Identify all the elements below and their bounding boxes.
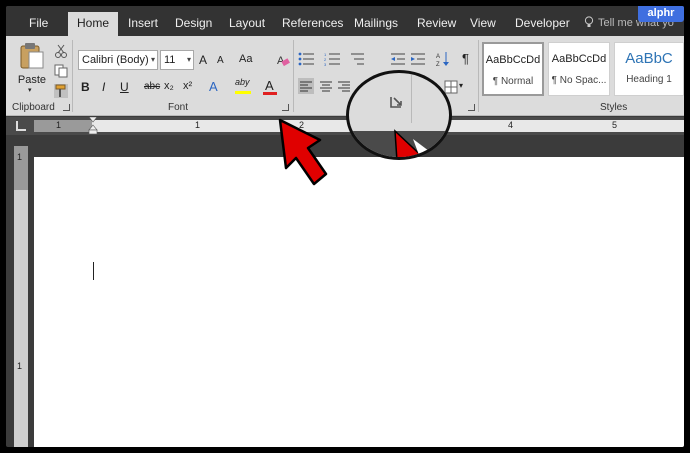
numbering-icon[interactable]: 123 [324, 52, 342, 66]
svg-text:3: 3 [324, 62, 327, 66]
italic-button[interactable]: I [102, 80, 105, 94]
font-color-swatch [263, 92, 277, 95]
change-case-button[interactable]: Aa [239, 53, 252, 65]
text-cursor [93, 262, 94, 280]
tab-mailings[interactable]: Mailings [345, 12, 407, 36]
ruler-number: 1 [17, 152, 23, 162]
paste-dropdown-icon: ▾ [28, 87, 32, 94]
ribbon-tab-bar: File Home Insert Design Layout Reference… [6, 6, 684, 36]
word-window: File Home Insert Design Layout Reference… [6, 6, 684, 447]
text-effects-button[interactable]: A [209, 79, 218, 94]
format-painter-icon[interactable] [54, 84, 68, 98]
grow-font-button[interactable]: A [199, 53, 207, 67]
vertical-ruler[interactable]: 1 1 [14, 146, 28, 447]
style-name: ¶ Normal [492, 76, 534, 87]
font-color-button[interactable]: A [265, 78, 274, 93]
ruler-number: 1 [195, 120, 201, 130]
chevron-down-icon: ▾ [150, 55, 155, 64]
highlight-button[interactable]: aby [235, 77, 250, 87]
align-left-button[interactable] [298, 78, 314, 94]
chevron-down-icon: ▾ [459, 81, 464, 90]
multilevel-list-icon[interactable] [350, 52, 366, 66]
font-size-value: 11 [164, 54, 176, 66]
tab-home[interactable]: Home [68, 12, 119, 36]
styles-group-label: Styles [600, 102, 628, 113]
style-name: Heading 1 [626, 74, 672, 85]
font-name-box[interactable]: Calibri (Body) ▾ [78, 50, 158, 70]
underline-button[interactable]: U [120, 80, 129, 94]
svg-text:Z: Z [436, 62, 440, 67]
paste-button[interactable]: Paste ▾ [14, 40, 50, 96]
paste-label: Paste [17, 74, 47, 86]
ruler-number: 1 [17, 361, 23, 371]
tab-file[interactable]: File [20, 12, 57, 36]
strikethrough-button[interactable]: abc [144, 81, 160, 92]
ruler-number: 5 [612, 120, 618, 130]
red-arrow-icon [278, 118, 328, 186]
tab-design[interactable]: Design [166, 12, 221, 36]
tab-developer[interactable]: Developer [506, 12, 579, 36]
clear-formatting-icon[interactable]: A [276, 53, 290, 67]
alphr-logo: alphr [638, 6, 684, 22]
font-dialog-launcher[interactable] [282, 104, 289, 111]
tab-selector-icon[interactable] [16, 121, 26, 131]
style-sample: AaBbCcDd [485, 54, 541, 66]
tab-insert[interactable]: Insert [119, 12, 167, 36]
ribbon-home: Paste ▾ Clipboard Calibri (Body) ▾ 11 ▾ … [6, 36, 684, 116]
borders-icon[interactable] [444, 80, 458, 94]
ruler-margin [34, 120, 92, 132]
style-name: ¶ No Spac... [551, 75, 607, 86]
subscript-button[interactable]: x₂ [164, 80, 174, 92]
document-page[interactable] [34, 157, 684, 447]
align-right-icon[interactable] [338, 78, 350, 94]
ruler-number: 4 [508, 120, 514, 130]
align-center-icon[interactable] [318, 78, 334, 94]
tab-layout[interactable]: Layout [220, 12, 274, 36]
style-normal[interactable]: AaBbCcDd ¶ Normal [482, 42, 544, 96]
font-name-value: Calibri (Body) [82, 54, 149, 66]
svg-text:A: A [436, 54, 440, 60]
style-sample: AaBbC [625, 50, 673, 67]
style-sample: AaBbCcDd [551, 53, 607, 65]
tab-references[interactable]: References [273, 12, 352, 36]
font-group-label: Font [168, 102, 189, 113]
cut-icon[interactable] [54, 44, 68, 58]
horizontal-ruler[interactable]: 1 1 2 3 4 5 [6, 117, 684, 135]
magnifier-callout [346, 70, 452, 160]
font-size-box[interactable]: 11 ▾ [160, 50, 194, 70]
decrease-indent-icon[interactable] [390, 52, 406, 66]
paragraph-dialog-launcher[interactable] [468, 104, 475, 111]
clipboard-dialog-launcher[interactable] [63, 104, 70, 111]
style-heading-1[interactable]: AaBbC Heading 1 [614, 42, 684, 96]
highlight-color-swatch [235, 91, 251, 94]
show-formatting-button[interactable]: ¶ [462, 51, 469, 66]
magnified-arrow-icon [394, 129, 429, 157]
sort-icon[interactable]: AZ [436, 51, 450, 67]
group-separator [478, 40, 479, 112]
align-left-icon [300, 81, 312, 92]
style-no-spacing[interactable]: AaBbCcDd ¶ No Spac... [548, 42, 610, 96]
chevron-down-icon: ▾ [186, 55, 191, 64]
lightbulb-icon [584, 16, 594, 27]
superscript-button[interactable]: x² [183, 80, 192, 92]
group-separator [293, 40, 294, 112]
paste-icon [20, 43, 44, 69]
tab-view[interactable]: View [461, 12, 505, 36]
magnified-separator [411, 73, 412, 123]
indent-marker-icon[interactable] [88, 117, 98, 135]
shrink-font-button[interactable]: A [217, 55, 224, 66]
group-separator [72, 40, 73, 112]
clipboard-group-label: Clipboard [12, 102, 55, 113]
copy-icon[interactable] [54, 64, 68, 78]
increase-indent-icon[interactable] [410, 52, 426, 66]
bold-button[interactable]: B [81, 80, 90, 94]
tab-review[interactable]: Review [408, 12, 465, 36]
dialog-launcher-icon [390, 97, 402, 108]
ruler-number: 1 [56, 120, 62, 130]
bullets-icon[interactable] [298, 52, 316, 66]
